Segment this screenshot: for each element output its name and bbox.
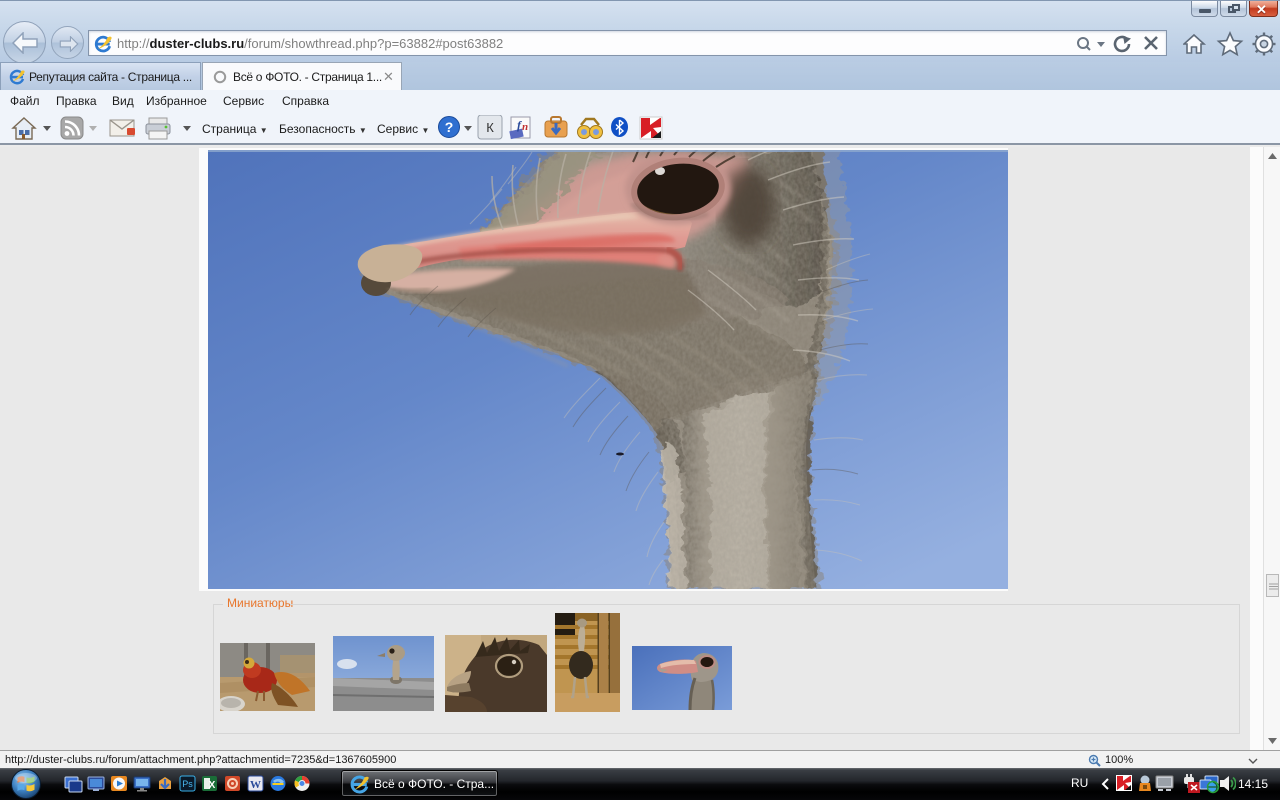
svg-text:Ps: Ps (182, 779, 193, 789)
svg-text:К: К (486, 120, 494, 135)
svg-text:W: W (250, 779, 261, 791)
svg-text:n: n (522, 121, 528, 133)
svg-text:X: X (209, 780, 216, 791)
svg-text:?: ? (445, 119, 454, 135)
